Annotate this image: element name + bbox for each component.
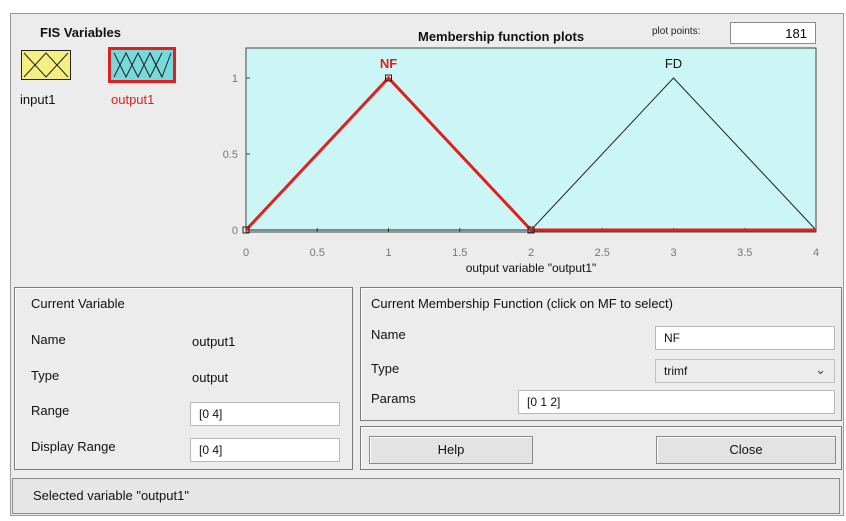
current-variable-title: Current Variable [31, 296, 125, 311]
x-tick-label: 3 [670, 247, 676, 259]
status-text: Selected variable "output1" [33, 488, 189, 503]
close-button[interactable]: Close [656, 436, 836, 464]
x-tick-label: 1.5 [452, 247, 467, 259]
mf-name-label: Name [371, 327, 406, 342]
params-input[interactable]: [0 1 2] [518, 390, 835, 414]
x-tick-label: 1 [385, 247, 391, 259]
y-tick-label: 0 [232, 225, 238, 237]
x-tick-label: 4 [813, 247, 819, 259]
variable-type-label: Type [31, 368, 60, 383]
y-tick-label: 0.5 [223, 149, 238, 161]
mf-type-value: trimf [664, 364, 688, 378]
mf-label-fd[interactable]: FD [665, 56, 682, 71]
x-tick-label: 0 [243, 247, 249, 259]
mf-type-select[interactable]: trimf ⌄ [655, 359, 835, 383]
mf-label-nf[interactable]: NF [380, 56, 397, 71]
x-tick-label: 3.5 [737, 247, 752, 259]
chevron-down-icon: ⌄ [815, 362, 826, 377]
mf-name-input[interactable]: NF [655, 326, 835, 350]
help-button[interactable]: Help [369, 436, 533, 464]
x-axis-label: output variable "output1" [466, 261, 597, 275]
status-bar: Selected variable "output1" [12, 478, 840, 514]
y-tick-label: 1 [232, 73, 238, 85]
display-range-input[interactable]: [0 4] [190, 438, 340, 462]
variable-name-value: output1 [192, 334, 236, 349]
display-range-label: Display Range [31, 439, 116, 454]
params-label: Params [371, 391, 416, 406]
range-input[interactable]: [0 4] [190, 402, 340, 426]
x-tick-label: 2 [528, 247, 534, 259]
variable-type-value: output [192, 370, 229, 385]
membership-function-plot[interactable]: 0 0.5 1 1.5 2 2.5 3 3.5 4 0 0.5 1 FD NF output varia… [0, 0, 846, 290]
current-mf-title: Current Membership Function (click on MF… [371, 296, 673, 311]
x-tick-label: 0.5 [310, 247, 325, 259]
mf-type-label: Type [371, 361, 400, 376]
variable-name-label: Name [31, 332, 66, 347]
x-tick-label: 2.5 [595, 247, 610, 259]
range-label: Range [31, 403, 70, 418]
